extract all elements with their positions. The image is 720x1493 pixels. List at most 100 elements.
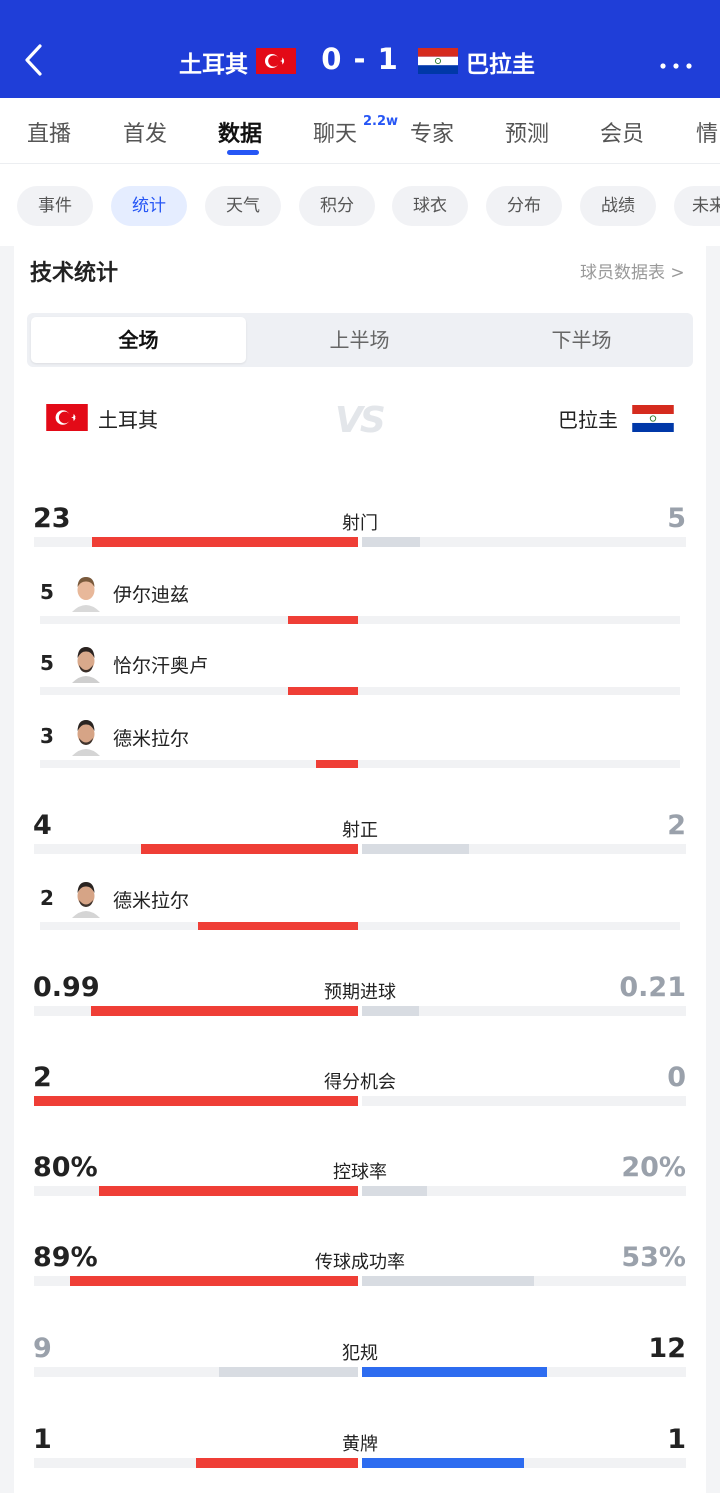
- player-bar-track: [40, 616, 680, 624]
- stat-row-shots-on-target: 4 射正 2: [0, 810, 720, 870]
- player-row[interactable]: 2 德米拉尔: [0, 878, 720, 934]
- tab-lineup[interactable]: 首发: [123, 116, 167, 148]
- stat-row-yellow-cards: 1 黄牌 1: [0, 1424, 720, 1484]
- away-team-label: 巴拉圭: [558, 408, 618, 432]
- player-bar: [288, 687, 358, 695]
- away-team-name: 巴拉圭: [466, 52, 535, 78]
- period-second-half[interactable]: 下半场: [474, 317, 689, 363]
- away-bar-track: [362, 1096, 686, 1106]
- player-name: 恰尔汗奥卢: [113, 655, 209, 677]
- player-avatar: [70, 878, 102, 918]
- stat-label: 犯规: [342, 1343, 378, 1364]
- home-bar-track: [34, 1096, 358, 1106]
- stat-label: 预期进球: [324, 982, 396, 1003]
- match-header: 土耳其 0 - 1 巴拉圭: [0, 0, 720, 98]
- away-value: 5: [667, 503, 686, 534]
- home-bar: [196, 1458, 358, 1468]
- player-name: 德米拉尔: [113, 890, 190, 912]
- paraguay-flag-icon: [418, 48, 458, 74]
- stat-label: 传球成功率: [315, 1252, 405, 1273]
- subtab-record[interactable]: 战绩: [580, 186, 656, 226]
- tab-chat[interactable]: 聊天: [313, 116, 357, 148]
- home-bar-track: [34, 1458, 358, 1468]
- home-value: 1: [33, 1424, 52, 1455]
- stat-row-xg: 0.99 预期进球 0.21: [0, 972, 720, 1032]
- more-icon: [660, 63, 692, 69]
- tab-expert[interactable]: 专家: [410, 116, 454, 148]
- away-bar-track: [362, 537, 686, 547]
- player-avatar: [70, 572, 102, 612]
- away-bar-track: [362, 844, 686, 854]
- subtab-distribution[interactable]: 分布: [486, 186, 562, 226]
- more-options-button[interactable]: [656, 56, 696, 69]
- home-bar-track: [34, 1276, 358, 1286]
- subtab-standings[interactable]: 积分: [299, 186, 375, 226]
- period-full-match[interactable]: 全场: [31, 317, 246, 363]
- player-bar-track: [40, 922, 680, 930]
- stat-row-pass-accuracy: 89% 传球成功率 53%: [0, 1242, 720, 1302]
- stat-row-big-chances: 2 得分机会 0: [0, 1062, 720, 1122]
- tab-member[interactable]: 会员: [600, 116, 644, 148]
- tab-live[interactable]: 直播: [27, 116, 71, 148]
- tab-data[interactable]: 数据: [218, 116, 262, 148]
- player-row[interactable]: 5 伊尔迪兹: [0, 572, 720, 628]
- vs-mark: VS: [335, 400, 386, 441]
- stat-label: 控球率: [333, 1162, 387, 1183]
- match-score: 0 - 1: [321, 42, 399, 76]
- subtab-upcoming[interactable]: 未来: [674, 186, 720, 226]
- away-bar: [362, 844, 469, 854]
- home-bar: [141, 844, 358, 854]
- away-bar: [362, 537, 420, 547]
- scoreboard: 土耳其 0 - 1 巴拉圭: [0, 40, 720, 82]
- away-bar-track: [362, 1276, 686, 1286]
- away-value: 0: [667, 1062, 686, 1093]
- player-value: 2: [40, 886, 54, 910]
- home-bar: [91, 1006, 358, 1016]
- section-title: 技术统计: [30, 261, 119, 286]
- away-bar-track: [362, 1367, 686, 1377]
- away-value: 53%: [621, 1242, 686, 1273]
- home-value: 4: [33, 810, 52, 841]
- home-bar-track: [34, 537, 358, 547]
- away-bar: [362, 1186, 427, 1196]
- home-value: 80%: [33, 1152, 98, 1183]
- home-bar: [92, 537, 358, 547]
- away-bar: [362, 1276, 534, 1286]
- player-row[interactable]: 3 德米拉尔: [0, 716, 720, 772]
- player-bar: [316, 760, 358, 768]
- home-bar: [34, 1096, 358, 1106]
- stat-row-fouls: 9 犯规 12: [0, 1333, 720, 1393]
- active-tab-indicator: [227, 150, 259, 155]
- player-avatar: [70, 716, 102, 756]
- stat-label: 射正: [342, 820, 378, 841]
- home-team-label: 土耳其: [98, 408, 158, 432]
- home-bar: [219, 1367, 358, 1377]
- away-bar: [362, 1458, 524, 1468]
- home-bar: [70, 1276, 358, 1286]
- chat-count-badge: 2.2w: [363, 114, 399, 129]
- subtab-stats[interactable]: 统计: [111, 186, 187, 226]
- subtab-events[interactable]: 事件: [17, 186, 93, 226]
- paraguay-flag-icon: [632, 405, 674, 432]
- player-name: 伊尔迪兹: [113, 584, 190, 606]
- tab-prediction[interactable]: 预测: [505, 116, 549, 148]
- player-stats-link[interactable]: 球员数据表 >: [580, 258, 685, 283]
- period-first-half[interactable]: 上半场: [252, 317, 467, 363]
- turkey-flag-icon: [256, 48, 296, 74]
- player-row[interactable]: 5 恰尔汗奥卢: [0, 643, 720, 699]
- away-value: 0.21: [619, 972, 686, 1003]
- home-value: 0.99: [33, 972, 100, 1003]
- main-tab-bar: 直播 首发 数据 聊天 2.2w 专家 预测 会员 情: [0, 98, 720, 164]
- subtab-weather[interactable]: 天气: [205, 186, 281, 226]
- player-avatar: [70, 643, 102, 683]
- tab-intel[interactable]: 情: [696, 116, 718, 148]
- turkey-flag-icon: [46, 404, 88, 431]
- away-value: 2: [667, 810, 686, 841]
- stat-label: 射门: [342, 513, 378, 534]
- stat-row-possession: 80% 控球率 20%: [0, 1152, 720, 1212]
- away-value: 1: [667, 1424, 686, 1455]
- stat-row-shots: 23 射门 5: [0, 503, 720, 563]
- subtab-kits[interactable]: 球衣: [392, 186, 468, 226]
- home-value: 2: [33, 1062, 52, 1093]
- home-bar-track: [34, 844, 358, 854]
